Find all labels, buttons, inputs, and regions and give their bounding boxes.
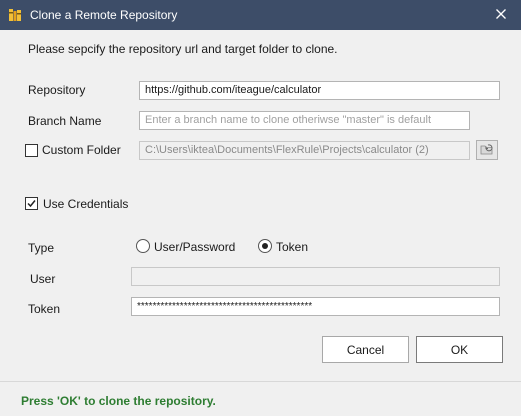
token-input[interactable]: ****************************************… xyxy=(131,297,500,316)
token-radio[interactable] xyxy=(258,239,272,253)
custom-folder-path-input[interactable]: C:\Users\iktea\Documents\FlexRule\Projec… xyxy=(139,141,470,160)
ok-button[interactable]: OK xyxy=(416,336,503,363)
repository-input[interactable]: https://github.com/iteague/calculator xyxy=(139,81,500,100)
type-label: Type xyxy=(28,241,55,255)
instruction-text: Please sepcify the repository url and ta… xyxy=(28,42,338,56)
user-password-radio[interactable] xyxy=(136,239,150,253)
use-credentials-label: Use Credentials xyxy=(43,197,129,211)
user-input[interactable] xyxy=(131,267,500,286)
repository-label: Repository xyxy=(28,83,86,97)
cancel-button[interactable]: Cancel xyxy=(322,336,409,363)
branch-name-label: Branch Name xyxy=(28,114,102,128)
custom-folder-label: Custom Folder xyxy=(42,143,121,157)
user-label: User xyxy=(30,272,56,286)
window-title: Clone a Remote Repository xyxy=(30,8,178,22)
user-password-option-label: User/Password xyxy=(154,240,236,254)
checkmark-icon xyxy=(27,200,36,208)
token-option-label: Token xyxy=(276,240,309,254)
close-icon xyxy=(496,8,506,22)
custom-folder-checkbox[interactable] xyxy=(25,144,38,157)
status-message: Press 'OK' to clone the repository. xyxy=(21,394,216,408)
browse-folder-button[interactable] xyxy=(476,140,498,160)
radio-selected-dot xyxy=(262,243,268,249)
branch-name-input[interactable]: Enter a branch name to clone otheriwse "… xyxy=(139,111,470,130)
folder-browse-icon xyxy=(480,143,494,158)
status-bar: Press 'OK' to clone the repository. xyxy=(0,381,521,416)
title-bar: Clone a Remote Repository xyxy=(0,0,521,30)
repository-app-icon xyxy=(8,8,22,22)
token-label: Token xyxy=(28,302,61,316)
use-credentials-checkbox[interactable] xyxy=(25,197,38,210)
close-button[interactable] xyxy=(481,0,521,30)
